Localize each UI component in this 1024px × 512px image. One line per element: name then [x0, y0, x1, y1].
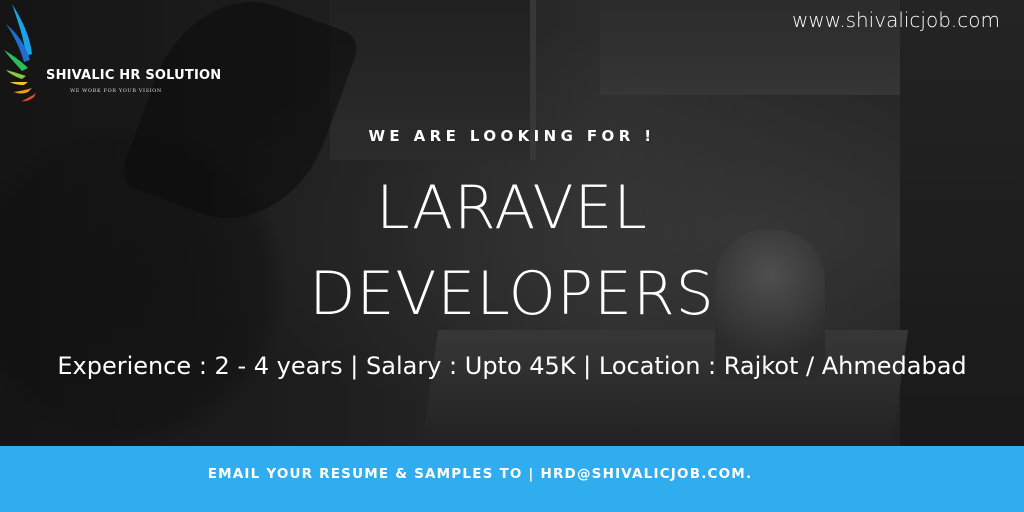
- website-link[interactable]: www.shivalicjob.com: [792, 8, 1000, 32]
- company-name: SHIVALIC HR SOLUTION: [46, 68, 222, 83]
- company-tagline: WE WORK FOR YOUR VISION: [70, 88, 162, 94]
- job-title-line-2: DEVELOPERS: [309, 259, 715, 329]
- contact-email-text[interactable]: EMAIL YOUR RESUME & SAMPLES TO | HRD@SHI…: [0, 466, 960, 482]
- job-title-line-1: LARAVEL: [376, 173, 648, 243]
- job-details: Experience : 2 - 4 years | Salary : Upto…: [57, 352, 967, 380]
- wing-logo-icon: [4, 4, 36, 102]
- hiring-eyebrow: WE ARE LOOKING FOR !: [368, 127, 656, 145]
- company-logo: SHIVALIC HR SOLUTION WE WORK FOR YOUR VI…: [4, 2, 222, 112]
- footer-banner: EMAIL YOUR RESUME & SAMPLES TO | HRD@SHI…: [0, 446, 1024, 512]
- job-poster: SHIVALIC HR SOLUTION WE WORK FOR YOUR VI…: [0, 0, 1024, 512]
